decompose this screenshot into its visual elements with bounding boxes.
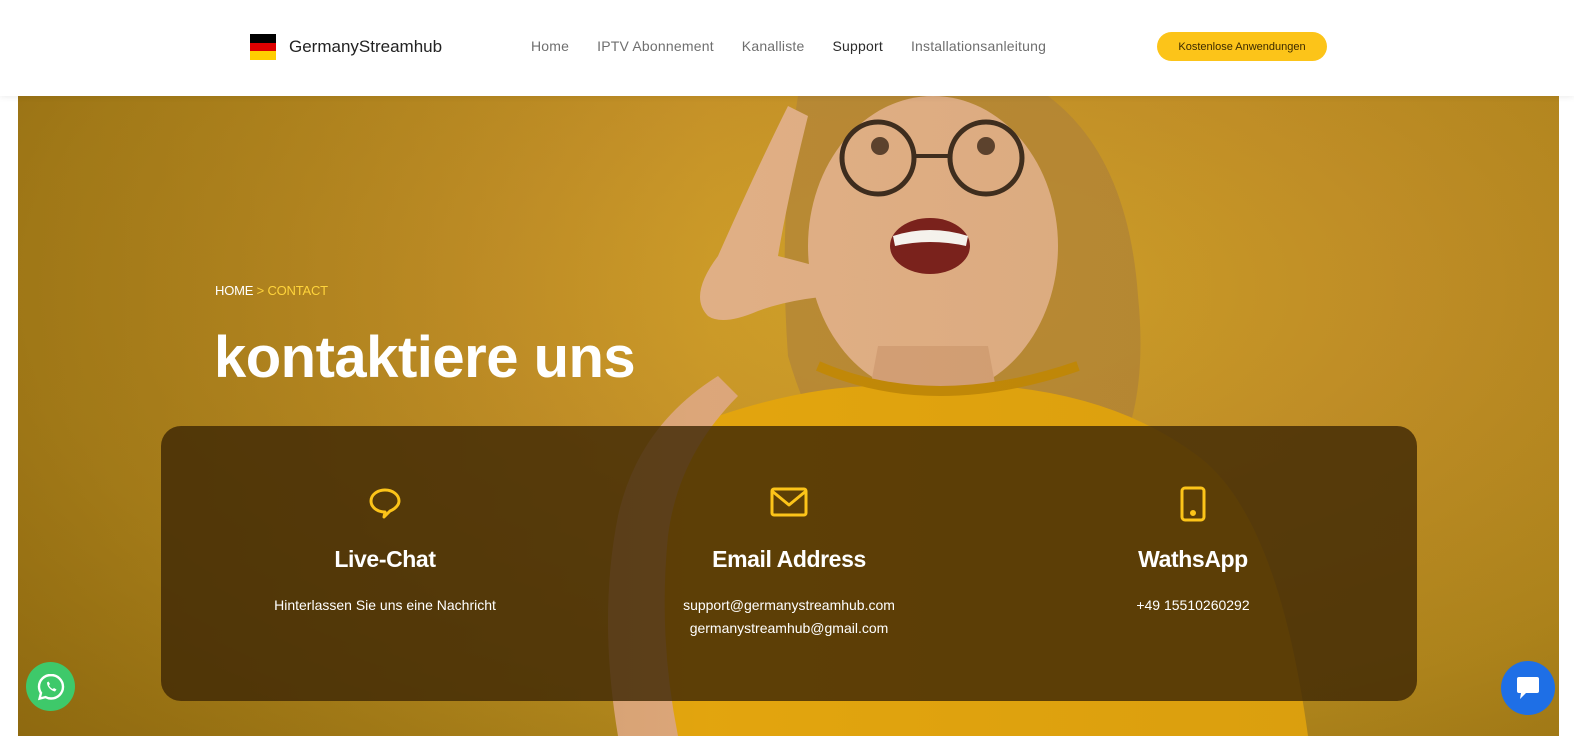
breadcrumb: HOME > CONTACT: [215, 283, 328, 298]
nav-kanalliste[interactable]: Kanalliste: [742, 38, 805, 54]
chat-widget-button[interactable]: [1501, 661, 1555, 715]
contact-live-chat[interactable]: Live-Chat Hinterlassen Sie uns eine Nach…: [175, 426, 595, 701]
contact-whatsapp: WathsApp +49 15510260292: [983, 426, 1403, 701]
email-support-link[interactable]: support@germanystreamhub.com: [579, 594, 999, 617]
email-addresses: support@germanystreamhub.com germanystre…: [579, 594, 999, 640]
live-chat-text: Hinterlassen Sie uns eine Nachricht: [274, 597, 496, 613]
nav-home[interactable]: Home: [531, 38, 569, 54]
email-title: Email Address: [712, 546, 866, 572]
live-chat-title: Live-Chat: [334, 546, 436, 572]
main-nav: Home IPTV Abonnement Kanalliste Support …: [531, 38, 1074, 54]
breadcrumb-current: CONTACT: [267, 283, 328, 298]
contact-card: Live-Chat Hinterlassen Sie uns eine Nach…: [161, 426, 1417, 701]
whatsapp-icon: [37, 673, 64, 700]
site-header: GermanyStreamhub Home IPTV Abonnement Ka…: [0, 0, 1574, 96]
breadcrumb-home[interactable]: HOME: [215, 283, 253, 298]
phone-icon: [983, 486, 1403, 524]
brand-logo-link[interactable]: GermanyStreamhub: [250, 34, 443, 61]
nav-iptv-abonnement[interactable]: IPTV Abonnement: [597, 38, 714, 54]
envelope-icon: [579, 486, 999, 524]
germany-flag-icon: [250, 34, 276, 61]
email-gmail-link[interactable]: germanystreamhub@gmail.com: [579, 617, 999, 640]
breadcrumb-separator: >: [256, 283, 265, 298]
page-title: kontaktiere uns: [214, 325, 636, 390]
free-apps-button[interactable]: Kostenlose Anwendungen: [1157, 32, 1327, 61]
chat-widget-icon: [1517, 677, 1539, 699]
nav-support[interactable]: Support: [833, 38, 883, 54]
contact-email: Email Address support@germanystreamhub.c…: [579, 426, 999, 701]
whatsapp-number[interactable]: +49 15510260292: [983, 594, 1403, 617]
hero-banner: HOME > CONTACT kontaktiere uns Live-Chat…: [18, 96, 1559, 736]
nav-installationsanleitung[interactable]: Installationsanleitung: [911, 38, 1046, 54]
chat-bubble-icon: [175, 486, 595, 524]
brand-name: GermanyStreamhub: [289, 37, 443, 56]
whatsapp-float-button[interactable]: [26, 662, 75, 711]
whatsapp-title: WathsApp: [1138, 546, 1248, 572]
